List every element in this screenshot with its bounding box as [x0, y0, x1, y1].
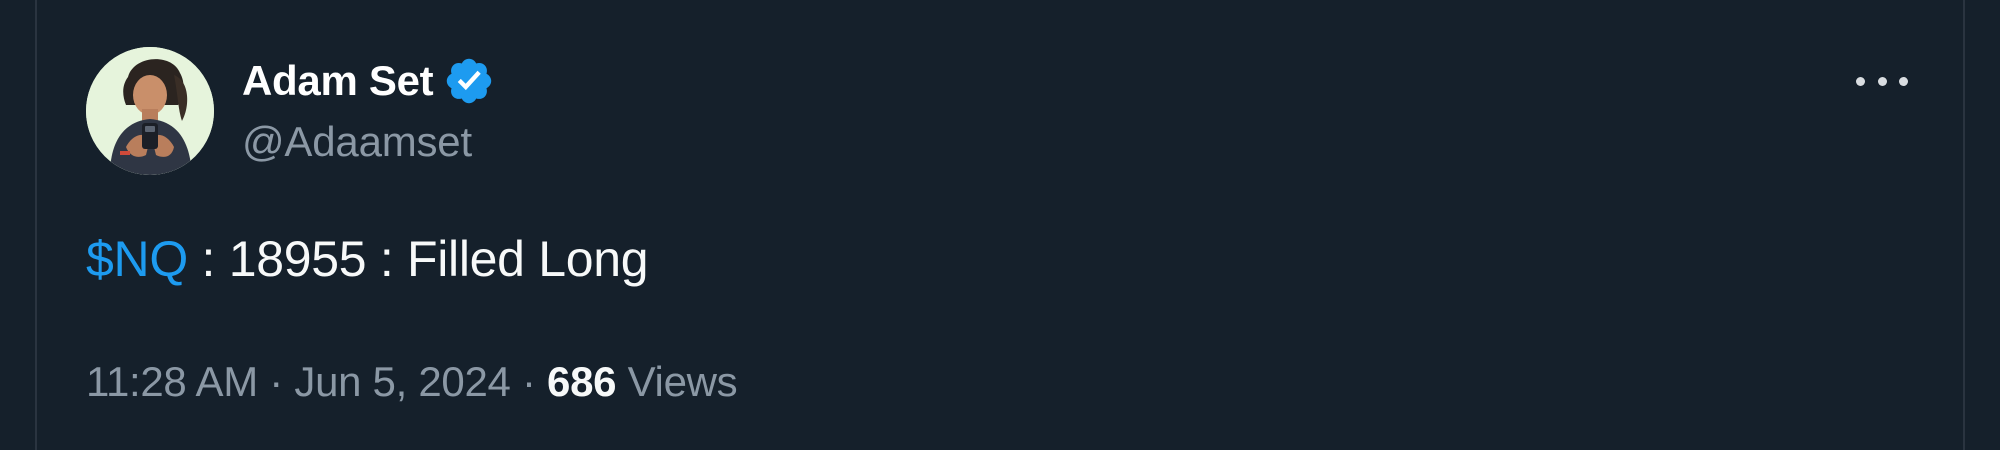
more-horizontal-icon — [1877, 76, 1887, 86]
card-left-border — [35, 0, 37, 450]
avatar[interactable] — [86, 47, 214, 175]
meta-separator: · — [510, 358, 548, 405]
author-name-row[interactable]: Adam Set — [242, 54, 495, 108]
tweet-body-text: : 18955 : Filled Long — [187, 231, 649, 287]
more-horizontal-icon — [1856, 76, 1865, 86]
avatar-image — [86, 47, 214, 175]
tweet-timestamp[interactable]: 11:28 AM · Jun 5, 2024 — [86, 358, 511, 405]
tweet-time: 11:28 AM — [86, 358, 258, 405]
card-right-border — [1963, 0, 1965, 450]
more-horizontal-icon — [1899, 76, 1908, 86]
views-label: Views — [616, 358, 738, 405]
verified-badge-icon[interactable] — [443, 55, 495, 107]
views-link[interactable]: 686 Views — [547, 358, 738, 405]
tweet-date: Jun 5, 2024 — [294, 358, 511, 405]
author-display-name[interactable]: Adam Set — [242, 57, 434, 105]
tweet-text: $NQ : 18955 : Filled Long — [86, 230, 649, 288]
author-handle[interactable]: @Adaamset — [242, 118, 472, 166]
more-options-button[interactable] — [1856, 62, 1908, 100]
views-count: 686 — [547, 358, 617, 405]
tweet-card: Adam Set @Adaamset $NQ : 18955 : Filled … — [0, 0, 2000, 450]
tweet-meta: 11:28 AM · Jun 5, 2024 · 686 Views — [86, 358, 738, 406]
cashtag-link[interactable]: $NQ — [86, 231, 188, 287]
meta-separator: · — [257, 358, 295, 405]
